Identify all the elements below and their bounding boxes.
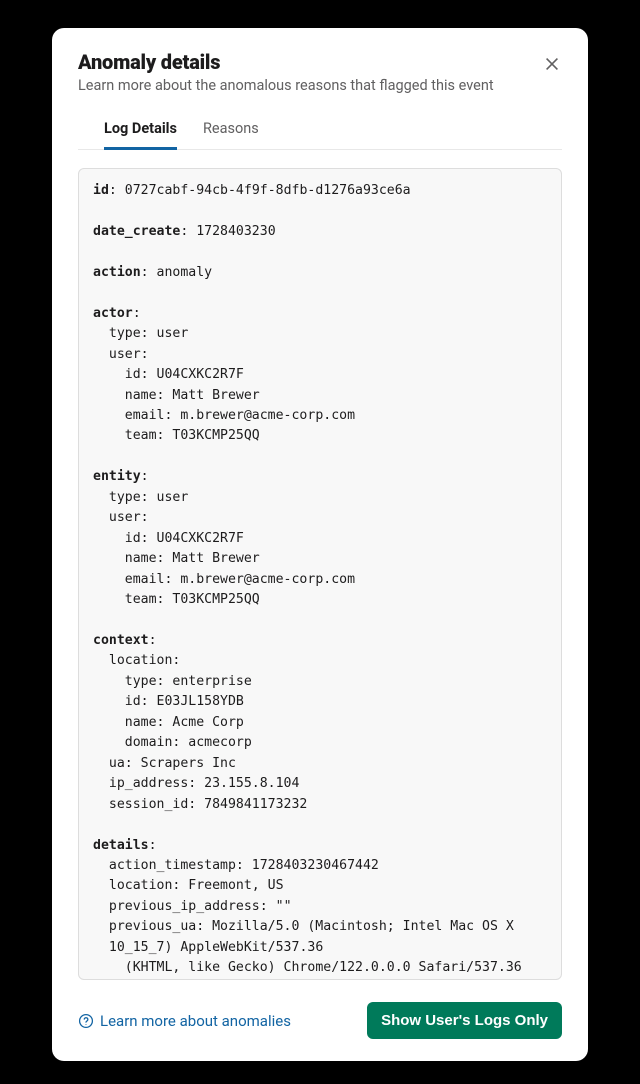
log-code-block: id: 0727cabf-94cb-4f9f-8dfb-d1276a93ce6a… (78, 168, 562, 980)
entity-user-email: m.brewer@acme-corp.com (180, 572, 355, 587)
help-icon (78, 1013, 94, 1029)
ctx-loc-type: enterprise (172, 674, 251, 689)
tab-log-details[interactable]: Log Details (104, 112, 177, 150)
anomaly-details-modal: Anomaly details Learn more about the ano… (52, 28, 588, 1061)
close-button[interactable] (534, 46, 570, 82)
actor-user-id: U04CXKC2R7F (157, 367, 244, 382)
close-icon (543, 55, 561, 73)
actor-type: user (157, 326, 189, 341)
modal-title: Anomaly details (78, 50, 562, 74)
learn-more-text: Learn more about anomalies (100, 1012, 291, 1030)
ctx-ip: 23.155.8.104 (204, 776, 299, 791)
ctx-session: 7849841173232 (204, 797, 307, 812)
log-date-create: 1728403230 (196, 224, 275, 239)
ctx-ua: Scrapers Inc (141, 756, 236, 771)
entity-user-name: Matt Brewer (172, 551, 259, 566)
ctx-loc-name: Acme Corp (172, 715, 243, 730)
actor-user-team: T03KCMP25QQ (172, 428, 259, 443)
show-users-logs-button[interactable]: Show User's Logs Only (367, 1002, 562, 1039)
learn-more-link[interactable]: Learn more about anomalies (78, 1012, 291, 1030)
actor-user-name: Matt Brewer (172, 388, 259, 403)
det-loc: Freemont, US (188, 878, 283, 893)
actor-user-email: m.brewer@acme-corp.com (180, 408, 355, 423)
modal-subtitle: Learn more about the anomalous reasons t… (78, 77, 562, 94)
entity-user-team: T03KCMP25QQ (172, 592, 259, 607)
tabs: Log Details Reasons (78, 112, 562, 150)
log-id: 0727cabf-94cb-4f9f-8dfb-d1276a93ce6a (125, 183, 411, 198)
det-ts: 1728403230467442 (252, 858, 379, 873)
det-prev-ip: "" (276, 899, 292, 914)
modal-body: id: 0727cabf-94cb-4f9f-8dfb-d1276a93ce6a… (52, 150, 588, 986)
det-prev-ua-2: 10_15_7) AppleWebKit/537.36 (109, 940, 323, 955)
entity-type: user (157, 490, 189, 505)
det-prev-ua-1: Mozilla/5.0 (Macintosh; Intel Mac OS X (212, 919, 514, 934)
modal-footer: Learn more about anomalies Show User's L… (52, 986, 588, 1061)
entity-user-id: U04CXKC2R7F (157, 531, 244, 546)
ctx-loc-domain: acmecorp (188, 735, 252, 750)
log-action: anomaly (157, 265, 213, 280)
tab-reasons[interactable]: Reasons (203, 112, 259, 150)
ctx-loc-id: E03JL158YDB (157, 694, 244, 709)
modal-header: Anomaly details Learn more about the ano… (52, 28, 588, 150)
det-prev-ua-3: (KHTML, like Gecko) Chrome/122.0.0.0 Saf… (125, 960, 522, 975)
